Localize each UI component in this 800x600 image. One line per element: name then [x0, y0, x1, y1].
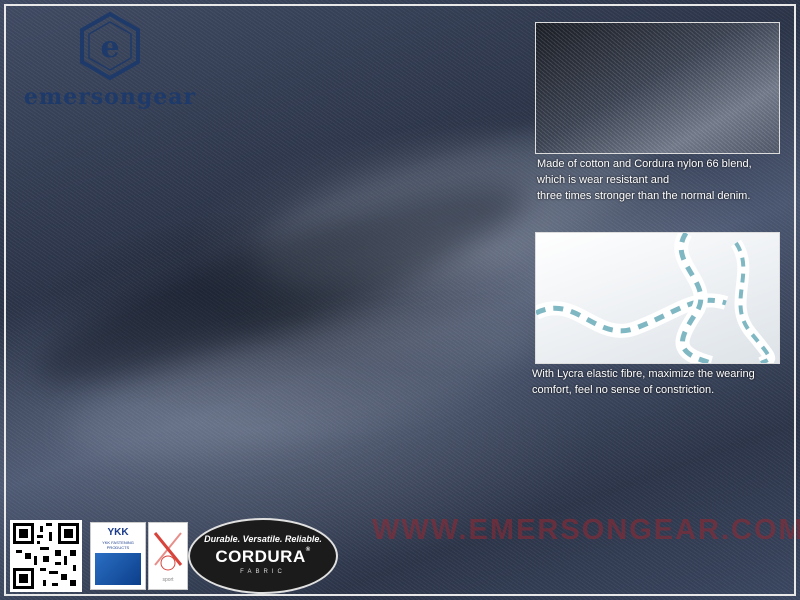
lycra-subtitle: sport [162, 577, 174, 583]
caption-line: Made of cotton and Cordura nylon 66 blen… [537, 158, 752, 170]
website-watermark: WWW.EMERSONGEAR.COM [372, 514, 800, 546]
qr-code-icon[interactable] [10, 520, 82, 592]
logo-wordmark: emersongear [23, 84, 197, 110]
cordura-name: CORDURA® [190, 547, 336, 567]
ykk-badge-icon: YKK YKK FASTENING PRODUCTS [90, 522, 146, 590]
cordura-wordmark: CORDURA [215, 547, 306, 566]
lycra-fibre-image [535, 232, 780, 364]
caption-line: With Lycra elastic fibre, maximize the w… [532, 368, 755, 380]
registered-mark: ® [305, 547, 311, 553]
fibre-helix-icon [536, 233, 776, 363]
feature-caption: Made of cotton and Cordura nylon 66 blen… [537, 156, 787, 204]
cordura-fabric-label: FABRIC [240, 569, 286, 575]
cordura-badge-icon: Durable. Versatile. Reliable. CORDURA® F… [188, 518, 338, 594]
caption-line: three times stronger than the normal den… [537, 190, 751, 202]
lycra-mark-icon [153, 532, 183, 571]
cordura-tagline: Durable. Versatile. Reliable. [204, 534, 322, 544]
product-detail-image: e emersongear Made of cotton and Cordura… [0, 0, 800, 600]
ykk-subtitle: YKK FASTENING PRODUCTS [102, 540, 134, 550]
feature-caption: With Lycra elastic fibre, maximize the w… [532, 366, 792, 398]
logo-mark-letter: e [100, 30, 119, 65]
caption-line: which is wear resistant and [537, 174, 670, 186]
brand-logo: e emersongear [10, 10, 210, 110]
fabric-closeup-image [535, 22, 780, 154]
caption-line: comfort, feel no sense of constriction. [532, 384, 715, 396]
emersongear-logo-icon: e [80, 11, 140, 81]
lycra-badge-icon: sport [148, 522, 188, 590]
ykk-title: YKK [107, 527, 129, 538]
ykk-swatch [95, 553, 141, 585]
